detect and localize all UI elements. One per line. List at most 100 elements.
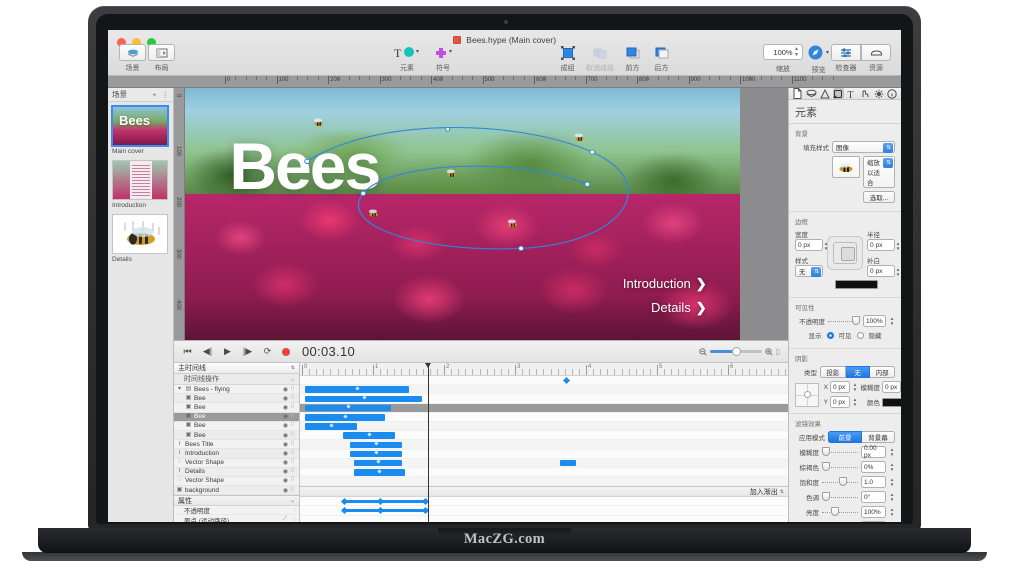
lock-toggle-icon[interactable]: ⌷ [289,450,296,457]
lock-toggle-icon[interactable]: ⌷ [289,386,296,393]
visibility-toggle-icon[interactable]: ◉ [282,468,289,475]
play-button[interactable]: ▶ [222,346,233,357]
opacity-stepper[interactable]: ▲ ▼ [889,315,895,327]
filter-value[interactable]: 1.0 [861,521,886,522]
symbol-icon[interactable] [426,44,460,61]
visibility-toggle-icon[interactable]: ◉ [282,487,289,494]
horizontal-ruler[interactable]: 0 100 200 300 400 500 600 700 800 900 1000 1100 [108,76,901,88]
toolbar-send-back-button[interactable]: 后方 [648,44,675,73]
property-lane[interactable] [300,497,788,507]
tab-actions-icon[interactable] [860,88,871,99]
timeline-ruler[interactable]: 0 1 2 3 4 5 6 [300,363,788,376]
timeline-lane[interactable] [300,477,788,487]
toolbar-group-button[interactable]: 成组 [554,44,581,73]
lock-toggle-icon[interactable]: ⌷ [289,487,296,494]
filter-stepper[interactable]: ▲▼ [889,491,895,503]
filter-stepper[interactable]: ▲▼ [889,506,895,518]
toolbar-layout-button[interactable]: 布局 [148,44,175,73]
toolbar-element-button[interactable]: T 元素 [390,44,424,73]
send-back-icon[interactable] [648,44,675,61]
timeline-lane[interactable] [300,450,788,459]
visibility-toggle-icon[interactable]: ◉ [282,395,289,402]
scenes-menu-button[interactable]: ⋮ [162,90,170,99]
filter-value[interactable]: 0° [861,491,886,503]
shadow-type-none[interactable]: 无 [845,366,871,378]
timeline-actions-menu-icon[interactable]: ⌄ [290,376,295,383]
property-lane[interactable] [300,506,788,516]
timeline-track-row[interactable]: T Bees Title ◉ ⌷ [174,440,299,450]
visibility-toggle-icon[interactable]: ◉ [282,432,289,439]
timeline-track-row[interactable]: ▣ Bee ◉ ⌷ [174,403,299,413]
step-backward-button[interactable]: ◀| [202,346,213,357]
vertical-ruler[interactable]: 0 100 200 300 400 [174,88,185,340]
choose-image-button[interactable]: 选取... [863,191,895,203]
timeline-track-row[interactable]: ▣ Bee ◉ ⌷ [174,422,299,431]
element-icon[interactable]: T [390,44,424,61]
animation-bar[interactable] [350,450,402,458]
bring-front-icon[interactable] [619,44,646,61]
canvas-area[interactable]: Bees Introduction ❯ Details ❯ [185,88,788,340]
scenes-icon[interactable] [119,44,146,61]
tab-physics-icon[interactable] [873,88,884,99]
toolbar-scenes-button[interactable]: 场景 [119,44,146,73]
properties-menu-icon[interactable]: ⌄ [290,497,295,504]
shadow-color-swatch[interactable] [882,397,901,407]
toolbar-zoom-control[interactable]: 100% ▲ ▼ 缩放 [763,44,803,74]
lock-toggle-icon[interactable]: ⌷ [289,413,296,420]
animation-bar[interactable] [305,386,409,393]
timeline-lane[interactable] [300,458,788,468]
timeline-track-row[interactable]: ▾ ▤ Bees - flying ◉ ⌷ [174,385,299,395]
timeline-zoom-control[interactable]: ▯ [698,346,788,356]
filter-mode-foreground[interactable]: 前景 [828,431,862,443]
filter-stepper[interactable]: ▲▼ [889,476,895,488]
shadow-type-drop[interactable]: 投影 [820,366,846,378]
timeline-track-row[interactable]: ◌ Vector Shape ◉ ⌷ [174,459,299,468]
keyframe-bar[interactable] [344,500,426,503]
visibility-toggle-icon[interactable]: ◉ [282,477,289,484]
animation-bar[interactable] [350,441,402,449]
timeline-track-row[interactable]: ▣ Bee ◉ ⌷ [174,430,299,441]
tab-typography-icon[interactable]: T [846,88,857,99]
animation-bar[interactable] [353,469,406,476]
filter-slider[interactable] [822,447,858,457]
timeline-lane[interactable] [300,394,788,404]
tab-metrics-icon[interactable] [819,88,830,99]
record-button[interactable] [282,347,290,356]
filter-stepper[interactable]: ▲▼ [889,446,895,458]
resources-icon[interactable] [861,44,891,61]
filter-mode-segmented[interactable]: 前景 背景幕 [828,431,895,443]
lock-toggle-icon[interactable]: ⌷ [289,404,296,411]
visibility-toggle-icon[interactable]: ◉ [282,386,289,393]
nav-link-details[interactable]: Details ❯ [623,296,707,320]
filter-stepper[interactable]: ▲▼ [889,521,895,523]
timeline-lanes[interactable]: 0 1 2 3 4 5 6 加入渐出 ⇅ [300,363,788,522]
border-padding-field[interactable]: 0 px ▲ ▼ [867,265,900,277]
border-sides-control[interactable] [826,236,864,270]
timeline-lane[interactable] [300,376,788,386]
visibility-toggle-icon[interactable]: ◉ [282,441,289,448]
lock-toggle-icon[interactable]: ⌷ [289,468,296,475]
filter-mode-backdrop[interactable]: 背景幕 [862,431,895,443]
shadow-offset-pad[interactable] [795,382,819,407]
timeline-track-row[interactable]: ▣ Bee ◉ ⌷ [174,394,299,404]
timeline-track-row[interactable]: T Details ◉ ⌷ [174,467,299,477]
scene-item-main-cover[interactable]: Bees Main cover [111,105,169,155]
animation-bar[interactable] [353,459,402,467]
filter-slider[interactable] [822,492,858,502]
timeline-lane[interactable] [300,468,788,478]
filter-slider[interactable] [822,477,858,487]
shadow-type-segmented[interactable]: 投影 无 内部 [820,366,896,378]
shadow-x-field[interactable]: 0 px [830,381,850,393]
visibility-toggle-icon[interactable]: ◉ [282,459,289,466]
layout-icon[interactable] [148,44,175,61]
toolbar-inspector-button[interactable]: 检查器 [831,44,861,73]
timeline-lane[interactable] [300,413,788,422]
image-fit-select[interactable]: 缩放以适合 ⇅ [863,156,895,188]
zoom-stepper[interactable]: ▲ ▼ [794,47,800,58]
property-options-icon[interactable]: ◌ [291,517,299,522]
visibility-toggle-icon[interactable]: ◉ [282,404,289,411]
border-padding-stepper[interactable]: ▲ ▼ [895,266,901,278]
filter-slider[interactable] [822,507,858,517]
disclosure-triangle-icon[interactable]: ▾ [176,386,183,393]
lock-toggle-icon[interactable]: ⌷ [289,432,296,439]
